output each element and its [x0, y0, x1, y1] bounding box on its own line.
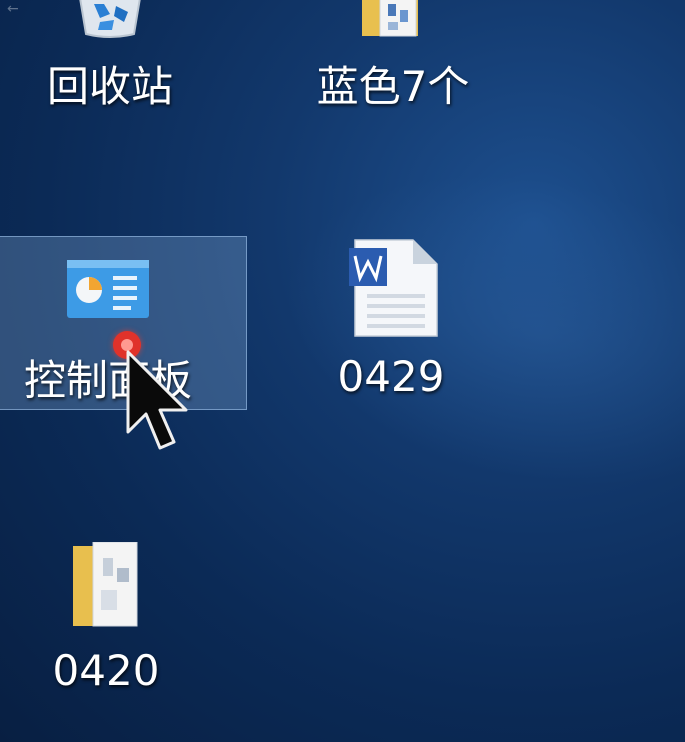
desktop-icon-label: 0429	[337, 352, 445, 401]
desktop-icon-label: 回收站	[46, 62, 173, 111]
desktop-icon-folder-0420[interactable]: 0420	[0, 540, 231, 700]
folder-icon	[362, 0, 418, 37]
folder-icon	[73, 542, 138, 627]
desktop-icon-label: 0420	[52, 646, 160, 695]
recycle-bin-icon	[79, 0, 141, 38]
desktop: ← 回收站 蓝色7个 控制面板 0429 0420	[0, 0, 685, 742]
desktop-icon-document-0429[interactable]: 0429	[266, 236, 516, 410]
desktop-icon-recycle-bin[interactable]: 回收站	[0, 0, 235, 120]
control-panel-icon	[67, 260, 149, 318]
desktop-icon-label: 控制面板	[23, 356, 192, 405]
desktop-icon-control-panel[interactable]: 控制面板	[0, 236, 233, 410]
desktop-icon-label: 蓝色7个	[316, 62, 470, 111]
desktop-icon-folder-blue[interactable]: 蓝色7个	[268, 0, 518, 120]
mouse-cursor-icon	[126, 350, 188, 450]
word-document-icon	[349, 239, 438, 337]
